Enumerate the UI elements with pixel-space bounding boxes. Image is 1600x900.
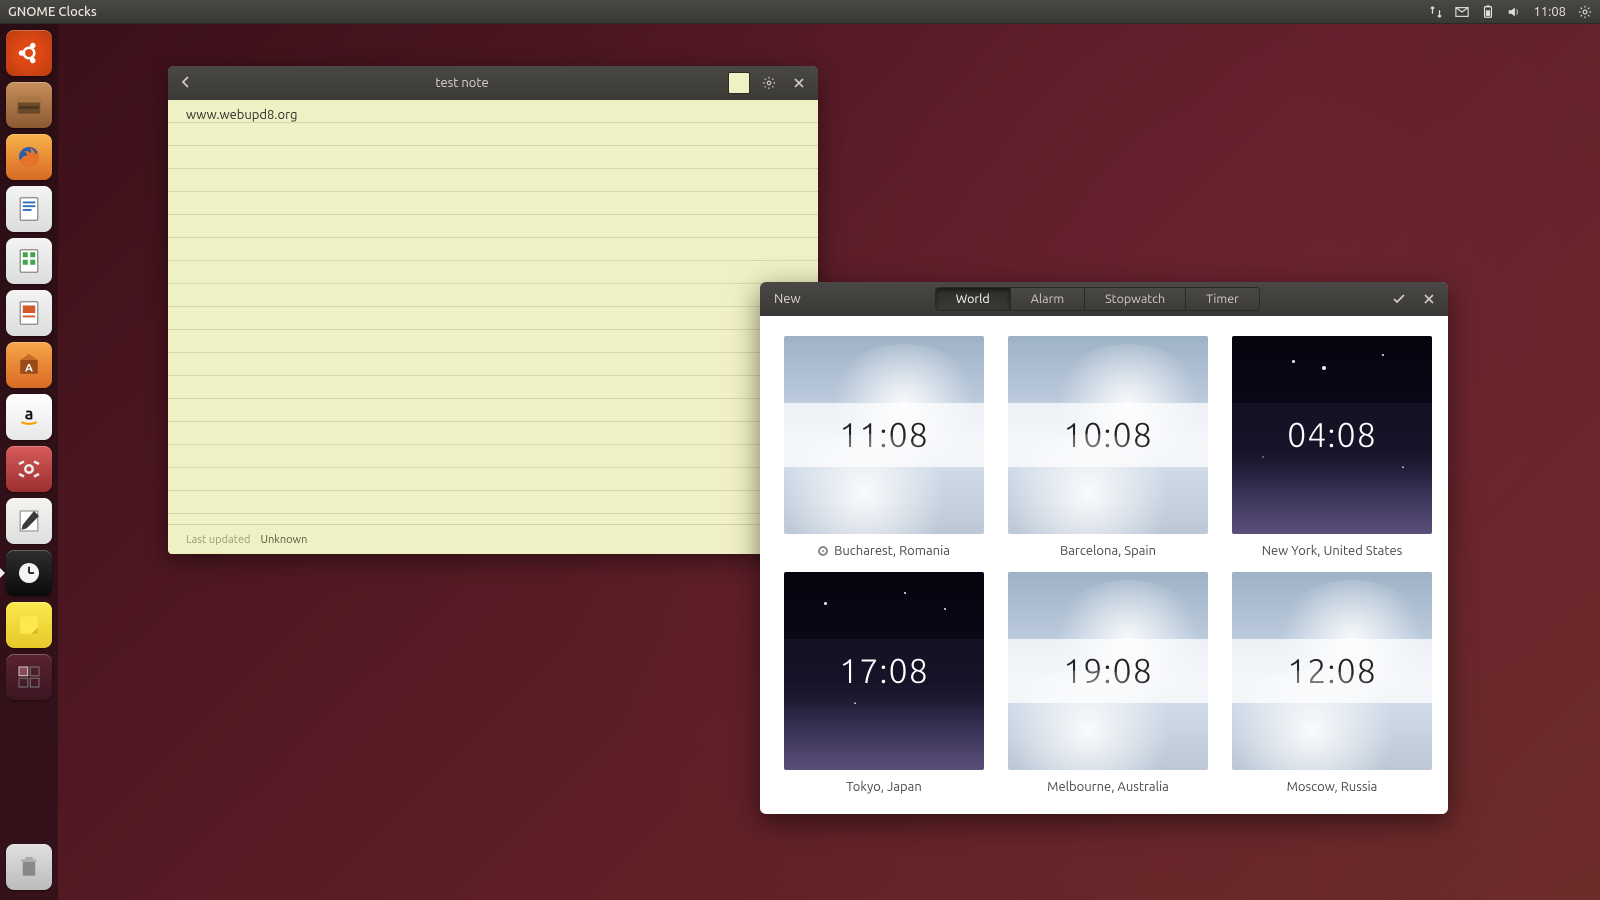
select-button[interactable]: [1388, 288, 1410, 310]
menubar-clock[interactable]: 11:08: [1533, 5, 1566, 19]
clock-label: Moscow, Russia: [1287, 780, 1378, 794]
dash-icon[interactable]: [6, 30, 52, 76]
top-menubar: GNOME Clocks 11:08: [0, 0, 1600, 24]
tab-alarm[interactable]: Alarm: [1011, 288, 1085, 310]
clocks-headerbar: New World Alarm Stopwatch Timer: [760, 282, 1448, 316]
software-icon[interactable]: A: [6, 342, 52, 388]
clock-card[interactable]: 19:08 Melbourne, Australia: [1008, 572, 1208, 794]
clock-card[interactable]: 10:08 Barcelona, Spain: [1008, 336, 1208, 558]
clock-label: New York, United States: [1262, 544, 1403, 558]
close-icon[interactable]: [1418, 288, 1440, 310]
app-menu-title[interactable]: GNOME Clocks: [8, 5, 97, 19]
clocks-tab-switcher: World Alarm Stopwatch Timer: [935, 287, 1260, 311]
workspace-icon[interactable]: [6, 654, 52, 700]
clock-time: 19:08: [1008, 639, 1208, 703]
clocks-window: New World Alarm Stopwatch Timer 11:08 Bu…: [760, 282, 1448, 814]
tab-timer[interactable]: Timer: [1186, 288, 1259, 310]
svg-text:a: a: [25, 406, 34, 424]
note-content: www.webupd8.org: [186, 108, 297, 122]
clock-time: 10:08: [1008, 403, 1208, 467]
tab-world[interactable]: World: [936, 288, 1011, 310]
notes-icon[interactable]: [6, 498, 52, 544]
clock-time: 11:08: [784, 403, 984, 467]
clock-tile: 11:08: [784, 336, 984, 534]
tab-stopwatch[interactable]: Stopwatch: [1085, 288, 1186, 310]
files-icon[interactable]: [6, 82, 52, 128]
close-icon[interactable]: [788, 72, 810, 94]
clock-card[interactable]: 11:08 Bucharest, Romania: [784, 336, 984, 558]
clock-tile: 17:08: [784, 572, 984, 770]
clock-label: Bucharest, Romania: [818, 544, 950, 558]
note-footer: Last updated Unknown: [168, 524, 818, 554]
clock-card[interactable]: 17:08 Tokyo, Japan: [784, 572, 984, 794]
network-icon[interactable]: [1429, 5, 1443, 19]
mail-icon[interactable]: [1455, 5, 1469, 19]
note-footer-value: Unknown: [261, 534, 308, 546]
notes-window: test note www.webupd8.org Last updated U…: [168, 66, 818, 554]
new-button[interactable]: New: [768, 292, 807, 306]
battery-icon[interactable]: [1481, 5, 1495, 19]
note-footer-label: Last updated: [186, 534, 251, 546]
clock-tile: 19:08: [1008, 572, 1208, 770]
volume-icon[interactable]: [1507, 5, 1521, 19]
back-button[interactable]: [176, 74, 196, 92]
clock-card[interactable]: 12:08 Moscow, Russia: [1232, 572, 1432, 794]
svg-text:A: A: [25, 362, 33, 374]
clock-label: Tokyo, Japan: [846, 780, 922, 794]
clock-label: Barcelona, Spain: [1060, 544, 1156, 558]
clock-time: 04:08: [1232, 403, 1432, 467]
note-title: test note: [204, 76, 720, 90]
clock-tile: 04:08: [1232, 336, 1432, 534]
clock-time: 17:08: [784, 639, 984, 703]
settings-icon[interactable]: [6, 446, 52, 492]
home-location-icon: [818, 546, 828, 556]
calc-icon[interactable]: [6, 238, 52, 284]
notes-headerbar: test note: [168, 66, 818, 100]
gear-icon[interactable]: [1578, 5, 1592, 19]
amazon-icon[interactable]: a: [6, 394, 52, 440]
clock-time: 12:08: [1232, 639, 1432, 703]
trash-icon[interactable]: [6, 844, 52, 890]
note-body[interactable]: www.webupd8.org: [168, 100, 818, 524]
impress-icon[interactable]: [6, 290, 52, 336]
unity-launcher: A a: [0, 24, 58, 900]
note-color-swatch[interactable]: [728, 72, 750, 94]
gear-icon[interactable]: [758, 72, 780, 94]
clock-tile: 10:08: [1008, 336, 1208, 534]
clock-label: Melbourne, Australia: [1047, 780, 1169, 794]
clock-card[interactable]: 04:08 New York, United States: [1232, 336, 1432, 558]
sticky-icon[interactable]: [6, 602, 52, 648]
clock-tile: 12:08: [1232, 572, 1432, 770]
world-clocks-grid: 11:08 Bucharest, Romania 10:08 Barcelona…: [760, 316, 1448, 814]
clocks-icon[interactable]: [6, 550, 52, 596]
firefox-icon[interactable]: [6, 134, 52, 180]
writer-icon[interactable]: [6, 186, 52, 232]
